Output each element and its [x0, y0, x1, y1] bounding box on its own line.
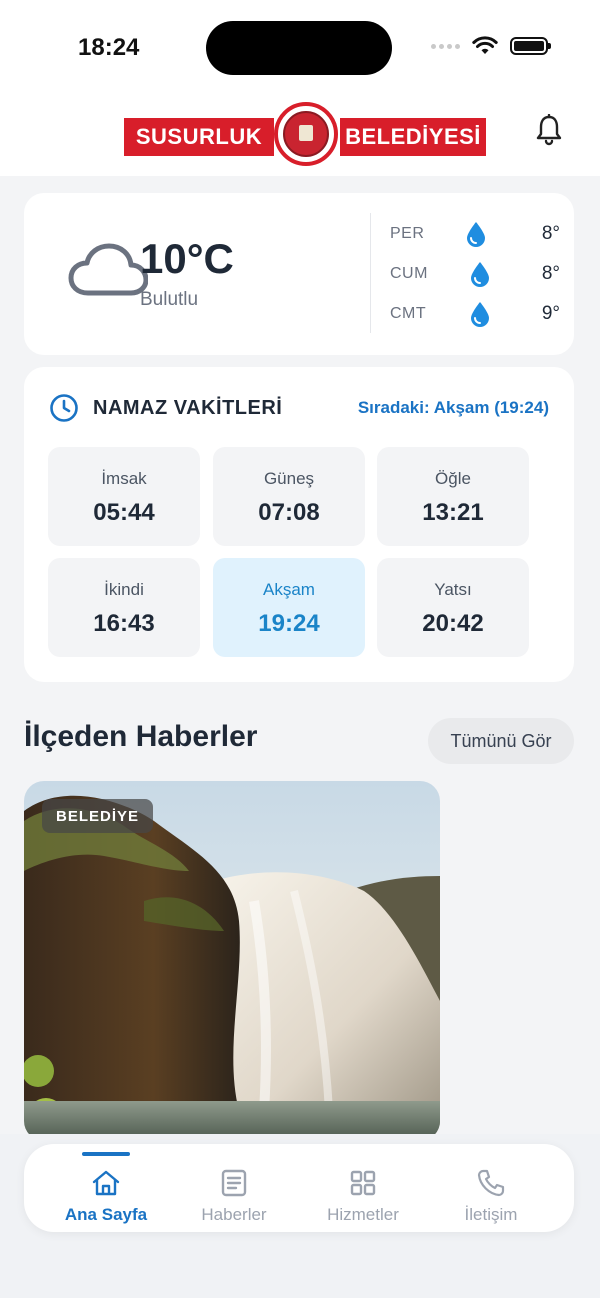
- news-card[interactable]: BELEDİYE: [24, 781, 440, 1141]
- clock-icon: [50, 394, 78, 422]
- forecast-row: CUM 8°: [390, 259, 560, 289]
- forecast-day: CUM: [390, 265, 428, 282]
- prayer-name: Akşam: [263, 580, 315, 599]
- cloud-icon: [68, 243, 148, 296]
- news-section-title: İlçeden Haberler: [24, 720, 258, 753]
- bottom-tab-bar: Ana Sayfa Haberler Hizmetler İletişim: [24, 1144, 574, 1232]
- weather-condition: Bulutlu: [140, 289, 199, 310]
- active-tab-indicator: [82, 1152, 130, 1156]
- logo-text-right: BELEDİYESİ: [340, 118, 486, 156]
- municipality-logo: SUSURLUK BELEDİYESİ: [124, 102, 486, 168]
- wifi-icon: [472, 36, 498, 54]
- tab-home[interactable]: Ana Sayfa: [41, 1144, 171, 1232]
- battery-icon: [510, 37, 551, 55]
- notification-bell-icon[interactable]: [534, 114, 564, 146]
- prayer-time: 05:44: [93, 499, 155, 526]
- forecast-temp: 8°: [541, 263, 560, 284]
- water-drop-icon: [471, 262, 489, 287]
- see-all-button[interactable]: Tümünü Gör: [428, 718, 574, 764]
- prayer-time-box: Öğle 13:21: [377, 447, 529, 546]
- news-image: [24, 781, 440, 1141]
- forecast-row: PER 8°: [390, 219, 560, 249]
- prayer-time-box: İkindi 16:43: [48, 558, 200, 657]
- prayer-time: 07:08: [258, 499, 320, 526]
- app-header: SUSURLUK BELEDİYESİ: [0, 96, 600, 176]
- newspaper-icon: [221, 1169, 247, 1197]
- forecast-day: CMT: [390, 305, 427, 322]
- water-drop-icon: [467, 222, 485, 247]
- prayer-name: Güneş: [263, 469, 315, 488]
- tab-label: Hizmetler: [327, 1205, 399, 1224]
- news-category-badge: BELEDİYE: [42, 799, 154, 833]
- logo-seal-icon: [274, 102, 338, 166]
- forecast-temp: 8°: [541, 223, 560, 244]
- prayer-time: 16:43: [93, 610, 155, 637]
- tab-label: Haberler: [201, 1205, 267, 1224]
- forecast-day: PER: [390, 225, 425, 242]
- weather-card[interactable]: 10°C Bulutlu PER 8° CUM 8° CMT 9°: [24, 193, 574, 355]
- logo-text-left: SUSURLUK: [124, 118, 274, 156]
- water-drop-icon: [471, 302, 489, 327]
- prayer-time-box: Yatsı 20:42: [377, 558, 529, 657]
- tab-contact[interactable]: İletişim: [426, 1144, 556, 1232]
- grid-icon: [350, 1170, 376, 1196]
- status-bar: 18:24: [0, 0, 600, 96]
- phone-icon: [477, 1169, 505, 1197]
- next-prayer-label: Sıradaki: Akşam (19:24): [357, 398, 549, 417]
- status-icons: [431, 36, 551, 56]
- prayer-time: 20:42: [422, 610, 484, 637]
- prayer-times-title: NAMAZ VAKİTLERİ: [93, 397, 283, 419]
- prayer-name: Yatsı: [434, 580, 472, 599]
- tab-label: İletişim: [464, 1205, 518, 1224]
- prayer-time-box-active: Akşam 19:24: [213, 558, 365, 657]
- prayer-name: Öğle: [435, 469, 471, 488]
- prayer-name: İkindi: [104, 580, 144, 599]
- prayer-time-box: İmsak 05:44: [48, 447, 200, 546]
- current-temperature: 10°C: [140, 235, 234, 282]
- status-time: 18:24: [78, 34, 140, 61]
- forecast-temp: 9°: [541, 303, 560, 324]
- tab-news[interactable]: Haberler: [169, 1144, 299, 1232]
- tab-services[interactable]: Hizmetler: [298, 1144, 428, 1232]
- prayer-time: 13:21: [422, 499, 484, 526]
- tab-label: Ana Sayfa: [64, 1205, 148, 1224]
- signal-icon: [431, 43, 460, 49]
- prayer-times-card: NAMAZ VAKİTLERİ Sıradaki: Akşam (19:24) …: [24, 367, 574, 682]
- home-icon: [92, 1170, 120, 1196]
- prayer-time: 19:24: [258, 610, 320, 637]
- prayer-time-box: Güneş 07:08: [213, 447, 365, 546]
- dynamic-island: [206, 21, 392, 75]
- divider: [370, 213, 371, 333]
- forecast-row: CMT 9°: [390, 299, 560, 329]
- prayer-name: İmsak: [101, 469, 147, 488]
